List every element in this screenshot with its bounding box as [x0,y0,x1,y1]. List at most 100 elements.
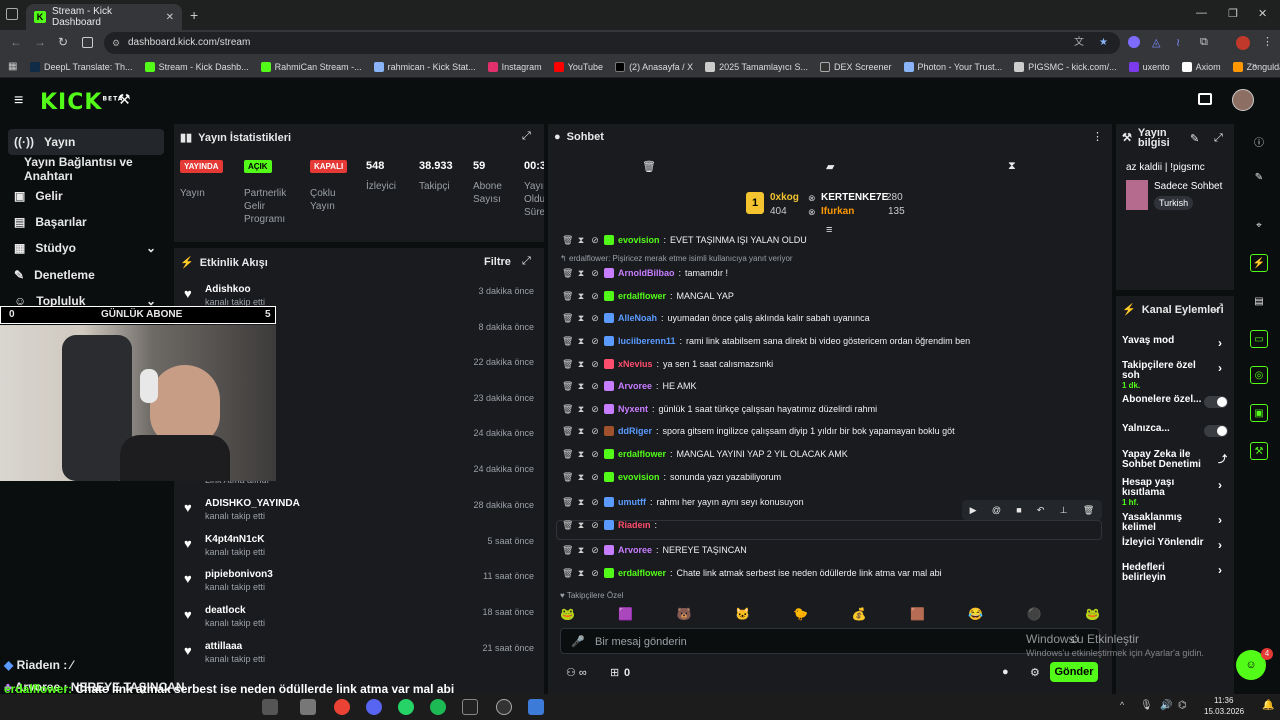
steam-icon[interactable] [462,699,478,715]
taskbar-app-icon[interactable] [300,699,316,715]
channel-action-item[interactable]: Yapay Zeka ile Sohbet Denetimi ⤴ [1122,450,1232,470]
chat-message[interactable]: 🗑 ⧗ ⊘ ArnoldBilbao: tamamdır ! [562,263,1102,283]
toggle-switch[interactable] [1204,396,1228,408]
ban-icon[interactable]: ⊘ [590,472,600,483]
timeout-icon[interactable]: ⧗ [576,313,586,324]
chat-username[interactable]: erdalflower [618,449,666,459]
tray-chevron-icon[interactable]: ^ [1120,700,1124,710]
activity-user[interactable]: K4pt4nN1cK [205,534,264,545]
spotify-icon[interactable] [430,699,446,715]
chat-message[interactable]: 🗑 ⧗ ⊘ evovision: sonunda yazı yazabiliyorum [562,467,1102,487]
browser-tab[interactable]: K Stream - Kick Dashboard ✕ [26,4,182,30]
back-icon[interactable]: ← [10,35,22,49]
wallet-icon[interactable] [1198,93,1212,105]
chat-message[interactable]: 🗑 ⧗ ⊘ xNevius: ya sen 1 saat calısmazsınki [562,354,1102,374]
emote-icon[interactable]: 💰 [852,607,867,621]
info-icon[interactable]: ⓘ [1250,132,1268,150]
sidebar-item-baglanti[interactable]: Yayın Bağlantısı ve Anahtarı [8,155,164,183]
apps-grid-icon[interactable]: ▦ [8,61,17,72]
delete-message-icon[interactable]: 🗑 [562,381,573,392]
timeout-icon[interactable]: ⧗ [576,359,586,370]
ban-icon[interactable]: ⊘ [590,404,600,415]
sidebar-item-yayin[interactable]: ((·)) Yayın [8,129,164,155]
bookmark-uxento[interactable]: uxento [1128,61,1170,72]
tools-icon[interactable]: ⚒ [1250,442,1268,460]
extension-icon[interactable] [1128,36,1140,48]
chat-message[interactable]: 🗑 ⧗ ⊘ erdalflower: MANGAL YAP [562,286,1102,306]
popout-icon[interactable]: ⤢ [1214,132,1223,145]
chat-message[interactable]: 🗑 ⧗ ⊘ luciiberenn11: rami link atabilsem san… [562,331,1102,351]
timeout-icon[interactable]: ⧗ [576,568,586,579]
reload-icon[interactable]: ↻ [58,35,68,49]
tag-pill[interactable]: Turkish [1154,196,1194,210]
sidebar-item-basarilar[interactable]: ▤ Başarılar [8,209,164,235]
bookmark-2025[interactable]: 2025 Tamamlayıcı S... [705,61,808,72]
site-info-icon[interactable]: ⚙ [112,32,120,54]
chat-message[interactable]: 🗑 ⧗ ⊘ Arvoree: NEREYE TAŞINCAN [562,540,1102,560]
delete-message-icon[interactable]: 🗑 [562,520,573,531]
emote-icon[interactable]: 🟫 [910,607,925,621]
channel-action-item[interactable]: İzleyici Yönlendir › [1122,538,1232,553]
chat-settings-icon[interactable]: ⚙ [1030,666,1040,679]
timeout-icon[interactable]: ⧗ [576,520,586,531]
bookmark-dex[interactable]: DEX Screener [819,61,892,72]
network-icon[interactable]: ⌬ [1178,700,1187,711]
discord-icon[interactable] [366,699,382,715]
send-button[interactable]: Gönder [1050,662,1098,682]
ban-icon[interactable]: ⊘ [590,291,600,302]
ban-icon[interactable]: ⊘ [590,336,600,347]
ban-icon[interactable]: ⊘ [590,545,600,556]
taskbar-app-icon[interactable] [262,699,278,715]
chat-username[interactable]: Arvoree [618,381,652,391]
activity-user[interactable]: Adishkoo [205,284,251,295]
tab-menu-icon[interactable] [6,8,18,20]
url-field[interactable]: ⚙ dashboard.kick.com/stream 文 ★ [104,32,1120,54]
ban-icon[interactable]: ⊘ [590,520,600,531]
activity-user[interactable]: pipiebonivon3 [205,569,273,580]
chat-message[interactable]: 🗑 ⧗ ⊘ Riadeın: [562,515,1102,535]
forward-icon[interactable]: → [34,35,46,49]
emote-icon[interactable]: 🐸 [560,607,575,621]
target-icon[interactable]: ⌖ [1250,216,1268,234]
chat-username[interactable]: evovision [618,472,660,482]
bookmark-pigsmc[interactable]: PIGSMC - kick.com/... [1014,61,1117,72]
chat-username[interactable]: erdalflower [618,568,666,578]
chrome-icon[interactable] [334,699,350,715]
timeout-icon[interactable]: ⧗ [576,291,586,302]
delete-message-icon[interactable]: 🗑 [562,336,573,347]
minimize-icon[interactable]: — [1196,7,1207,19]
extensions-puzzle-icon[interactable]: ⧉ [1200,36,1208,49]
chat-settings-bubble-icon[interactable]: ● [1002,666,1009,678]
delete-message-icon[interactable]: 🗑 [562,497,573,508]
delete-message-icon[interactable]: 🗑 [562,235,573,246]
popout-icon[interactable]: ⤢ [522,255,531,268]
ban-icon[interactable]: ⊘ [590,449,600,460]
sidebar-item-studyo[interactable]: ▦ Stüdyo ⌄ [8,235,164,261]
bookmark-x[interactable]: (2) Anasayfa / X [615,61,693,72]
timeout-icon[interactable]: ⧗ [576,545,586,556]
sidebar-item-denetleme[interactable]: ✎ Denetleme [8,262,164,288]
bookmark-kick-dashboard[interactable]: Stream - Kick Dashb... [144,61,249,72]
obs-icon[interactable] [496,699,512,715]
bookmark-rahmican-stream[interactable]: RahmiCan Stream -... [260,61,362,72]
activity-user[interactable]: ADISHKO_YAYINDA [205,498,300,509]
timeout-icon[interactable]: ⧗ [576,381,586,392]
whatsapp-icon[interactable] [398,699,414,715]
pen-icon[interactable]: ✎ [1250,168,1268,186]
delete-message-icon[interactable]: 🗑 [562,268,573,279]
emote-icon[interactable]: 🐤 [793,607,808,621]
hamburger-menu-icon[interactable]: ≡ [14,92,23,110]
chat-username[interactable]: AlleNoah [618,313,657,323]
hourglass-icon[interactable]: ⧗ [1008,160,1016,173]
ban-icon[interactable]: ⊘ [590,381,600,392]
timeout-icon[interactable]: ⧗ [576,336,586,347]
chat-username[interactable]: erdalflower [618,291,666,301]
bookmark-photon[interactable]: Photon - Your Trust... [903,61,1002,72]
chat-username[interactable]: Nyxent [618,404,648,414]
chat-username[interactable]: Riadeın [618,520,651,530]
chat-username[interactable]: ddRiger [618,426,652,436]
delete-message-icon[interactable]: 🗑 [562,404,573,415]
emote-icon[interactable]: 🐱 [735,607,750,621]
chat-username[interactable]: xNevius [618,359,653,369]
hammer-icon[interactable]: ⚒ [118,91,131,108]
